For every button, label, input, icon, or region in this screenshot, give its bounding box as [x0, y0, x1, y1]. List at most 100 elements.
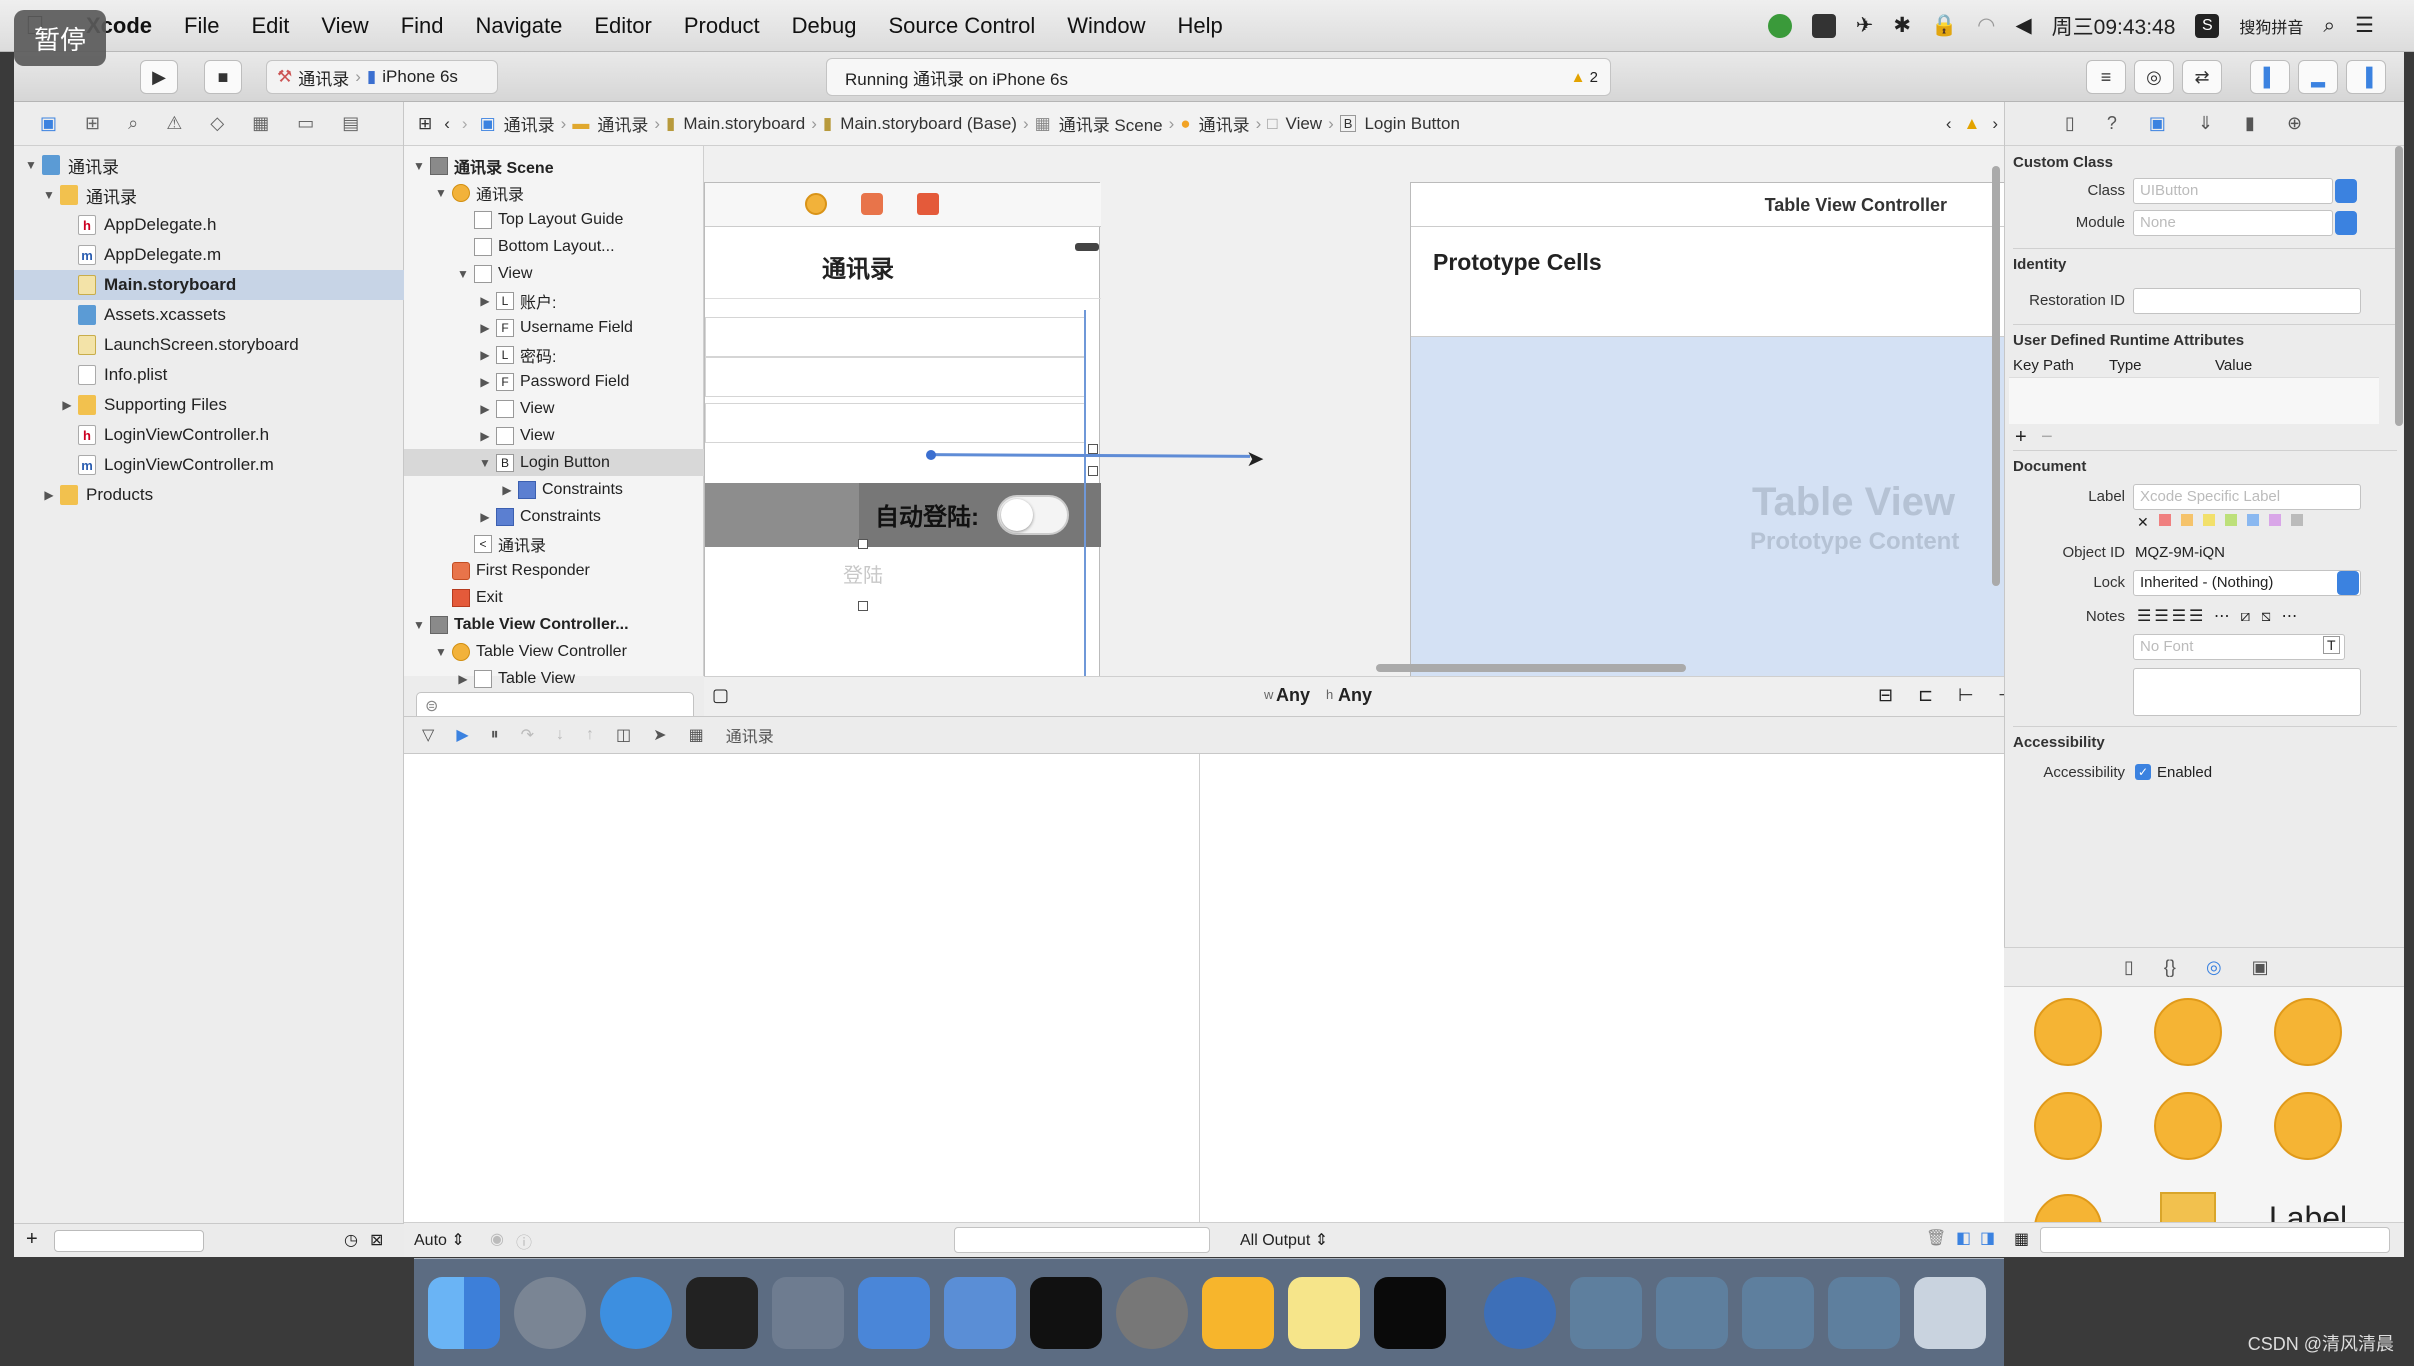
- outline-item[interactable]: Top Layout Guide: [404, 206, 623, 233]
- window-thumbnail-icon[interactable]: [1570, 1276, 1642, 1349]
- disclosure-icon[interactable]: ▼: [42, 188, 56, 202]
- next-issue-icon[interactable]: ›: [1986, 114, 2004, 134]
- disclosure-icon[interactable]: ▼: [412, 159, 426, 173]
- file-tree-item[interactable]: m AppDelegate.m: [14, 240, 404, 270]
- resize-handle[interactable]: [1088, 466, 1098, 476]
- attributes-inspector-icon[interactable]: ⇓: [2198, 113, 2213, 134]
- password-text-field[interactable]: [705, 403, 1085, 443]
- disclosure-icon[interactable]: ▼: [456, 267, 470, 281]
- gray-swatch[interactable]: [2290, 514, 2303, 526]
- standard-editor-button[interactable]: ≡: [2086, 60, 2126, 94]
- modified-files-icon[interactable]: ⊠: [370, 1230, 383, 1250]
- previous-issue-icon[interactable]: ‹: [1940, 114, 1958, 134]
- disclosure-icon[interactable]: ▶: [500, 483, 514, 497]
- crumb-project[interactable]: ▣ 通讯录: [474, 111, 561, 136]
- media-library-icon[interactable]: ▣: [2252, 957, 2269, 978]
- bluetooth-icon[interactable]: ✱: [1893, 13, 1911, 38]
- crumb-login-button[interactable]: B Login Button: [1334, 114, 1466, 134]
- menu-navigate[interactable]: Navigate: [460, 13, 579, 39]
- orange-swatch[interactable]: [2180, 514, 2193, 526]
- notes-formatting-toolbar[interactable]: ☰☰☰☰ ⋯ ⧄ ⧅ ⋯: [2137, 606, 2301, 626]
- disclosure-icon[interactable]: ▼: [434, 186, 448, 200]
- status-app-icon[interactable]: [1767, 13, 1792, 38]
- file-tree-item[interactable]: ▶ Supporting Files: [14, 390, 404, 420]
- step-into-icon[interactable]: ↓: [556, 726, 564, 744]
- disclosure-icon[interactable]: ▶: [456, 672, 470, 686]
- notes-font-field[interactable]: No Font: [2133, 634, 2345, 660]
- window-thumbnail-icon[interactable]: [1742, 1276, 1814, 1349]
- disclosure-icon[interactable]: ▶: [478, 321, 492, 335]
- disclosure-icon[interactable]: ▶: [478, 429, 492, 443]
- menu-editor[interactable]: Editor: [578, 13, 667, 39]
- imovie-icon[interactable]: [772, 1276, 844, 1349]
- scheme-selector[interactable]: ⚒ 通讯录 › ▮ iPhone 6s: [266, 60, 498, 94]
- font-picker-icon[interactable]: T: [2323, 636, 2340, 654]
- stop-button[interactable]: ■: [204, 60, 242, 94]
- quicktime-icon[interactable]: [1484, 1276, 1556, 1349]
- terminal-icon[interactable]: [1030, 1276, 1102, 1349]
- file-tree-item[interactable]: ▼ 通讯录: [14, 150, 404, 180]
- forward-icon[interactable]: ›: [456, 114, 474, 134]
- menu-find[interactable]: Find: [385, 13, 460, 39]
- variables-view[interactable]: [404, 754, 1200, 1229]
- launchpad-icon[interactable]: [514, 1276, 586, 1349]
- disclosure-icon[interactable]: ▶: [478, 402, 492, 416]
- spotlight-search-icon[interactable]: ⌕: [2323, 14, 2335, 38]
- exec-icon[interactable]: [1374, 1276, 1446, 1349]
- class-dropdown-button[interactable]: [2335, 179, 2357, 203]
- connections-inspector-icon[interactable]: ⊕: [2287, 113, 2302, 134]
- stack-icon[interactable]: ⊟: [1878, 685, 1893, 706]
- align-icon[interactable]: ⊏: [1918, 685, 1933, 706]
- disclosure-icon[interactable]: ▶: [478, 348, 492, 362]
- step-out-icon[interactable]: ↑: [586, 726, 594, 744]
- size-inspector-icon[interactable]: ▮: [2245, 113, 2255, 134]
- clock[interactable]: 周三09:43:48: [2052, 11, 2176, 41]
- split-right-icon[interactable]: ◨: [1980, 1228, 1995, 1248]
- file-tree-item[interactable]: Assets.xcassets: [14, 300, 404, 330]
- window-thumbnail-icon[interactable]: [1656, 1276, 1728, 1349]
- file-inspector-icon[interactable]: ▯: [2065, 113, 2075, 134]
- breakpoint-tab-icon[interactable]: ▭: [297, 113, 314, 134]
- outline-item[interactable]: < 通讯录: [404, 530, 546, 557]
- notification-center-icon[interactable]: ☰: [2355, 13, 2374, 38]
- outline-item[interactable]: ▶ F Password Field: [404, 368, 629, 395]
- window-thumbnail-icon[interactable]: [1828, 1276, 1900, 1349]
- camera-icon[interactable]: [1811, 13, 1836, 38]
- volume-icon[interactable]: ◀: [2015, 13, 2031, 38]
- pin-icon[interactable]: ⊢: [1958, 685, 1974, 706]
- test-tab-icon[interactable]: ◇: [210, 113, 224, 134]
- add-icon[interactable]: +: [26, 1228, 38, 1251]
- image-view-object[interactable]: [2008, 1081, 2128, 1171]
- blue-swatch[interactable]: [2246, 514, 2259, 526]
- class-field[interactable]: UIButton: [2133, 178, 2333, 204]
- crumb-view-controller[interactable]: ● 通讯录: [1174, 111, 1255, 136]
- resize-handle[interactable]: [858, 539, 868, 549]
- outline-item[interactable]: First Responder: [404, 557, 590, 584]
- lock-select[interactable]: Inherited - (Nothing): [2133, 570, 2361, 596]
- file-tree-item[interactable]: h AppDelegate.h: [14, 210, 404, 240]
- toggle-debug-button[interactable]: ▂: [2298, 60, 2338, 94]
- warning-icon[interactable]: ▲: [1958, 114, 1987, 134]
- identity-inspector-icon[interactable]: ▣: [2149, 113, 2166, 134]
- split-left-icon[interactable]: ◧: [1956, 1228, 1971, 1248]
- menu-help[interactable]: Help: [1162, 13, 1239, 39]
- exit-icon[interactable]: [917, 193, 939, 215]
- first-responder-icon[interactable]: [861, 193, 883, 215]
- disclosure-icon[interactable]: ▶: [60, 398, 74, 412]
- disclosure-icon[interactable]: ▶: [478, 294, 492, 308]
- menu-file[interactable]: File: [168, 13, 235, 39]
- canvas-horizontal-scrollbar[interactable]: [1376, 664, 1686, 672]
- menu-source-control[interactable]: Source Control: [873, 13, 1052, 39]
- file-tree-item[interactable]: Info.plist: [14, 360, 404, 390]
- find-tab-icon[interactable]: ⌕: [128, 113, 138, 134]
- pause-icon[interactable]: ⏸: [491, 726, 499, 744]
- view-controller-icon[interactable]: [805, 193, 827, 215]
- green-swatch[interactable]: [2224, 514, 2237, 526]
- hide-debug-icon[interactable]: ▽: [422, 725, 434, 745]
- issue-tab-icon[interactable]: ⚠: [166, 113, 182, 134]
- disclosure-icon[interactable]: ▼: [412, 618, 426, 632]
- folder-tab-icon[interactable]: ▣: [40, 113, 57, 134]
- sogou-icon[interactable]: S: [2195, 13, 2220, 38]
- variables-filter-input[interactable]: [954, 1227, 1210, 1253]
- collection-view-object[interactable]: [2128, 987, 2248, 1077]
